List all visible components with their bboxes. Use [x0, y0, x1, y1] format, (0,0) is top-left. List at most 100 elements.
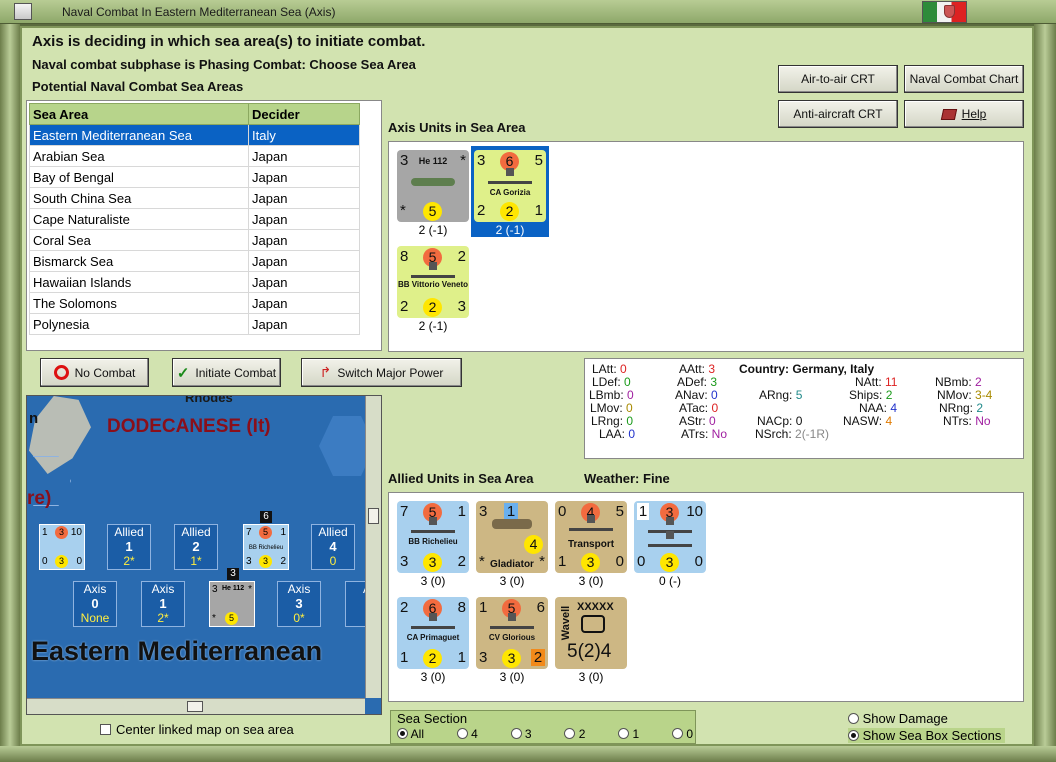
sea-section-2[interactable]: 2 [564, 727, 585, 741]
counter-value: 3 [581, 553, 600, 572]
stat-anav: 0 [711, 388, 718, 402]
sea-section-all[interactable]: All [397, 727, 424, 741]
box-number: 1 [159, 596, 167, 611]
unit-counter-bb-vittorio-veneto[interactable]: 8 5 2 BB Vittorio Veneto 2 2 3 [397, 246, 469, 318]
map-vertical-scrollbar[interactable] [365, 396, 381, 698]
counter-value: 6 [536, 599, 545, 616]
switch-major-power-button[interactable]: ↱ Switch Major Power [301, 358, 462, 387]
right-frame [1034, 24, 1056, 748]
sea-area-row[interactable]: Coral Sea Japan [29, 229, 360, 251]
box-side: Allied [114, 525, 144, 539]
unit-counter-ca-gorizia[interactable]: 3 6 5 CA Gorizia 2 2 1 [474, 150, 546, 222]
stat-nsrch: 2(-1R) [795, 427, 830, 441]
map-unit-counter[interactable]: 1 3 10 0 3 0 [39, 524, 85, 570]
map-unit-counter-he112[interactable]: 3 He 112 * * 5 [209, 581, 255, 627]
bottom-frame [0, 746, 1056, 762]
counter-value: 10 [70, 527, 82, 538]
unit-strength: 3 (0) [420, 574, 446, 588]
hq-icon [581, 615, 605, 633]
show-sea-box-sections-radio[interactable]: Show Sea Box Sections [848, 728, 1006, 743]
ship-icon [569, 515, 613, 531]
counter-value: 5 [423, 202, 442, 221]
decider-cell: Japan [248, 166, 360, 188]
unit-counter-convoy[interactable]: 1 3 10 0 3 0 [634, 501, 706, 573]
air-to-air-crt-button[interactable]: Air-to-air CRT [778, 65, 898, 93]
initiate-combat-button[interactable]: ✓ Initiate Combat [172, 358, 281, 387]
counter-value: 0 [42, 556, 48, 567]
counter-value: 0 [615, 553, 624, 570]
decider-cell: Japan [248, 208, 360, 230]
axis-sea-box-3[interactable]: Axis 3 0* [277, 581, 321, 627]
no-combat-button[interactable]: No Combat [40, 358, 149, 387]
counter-value: 2 [423, 649, 442, 668]
sea-area-row[interactable]: Eastern Mediterranean Sea Italy [29, 124, 360, 146]
counter-value: 1 [534, 202, 543, 219]
counter-value: * [539, 553, 545, 570]
sea-area-list[interactable]: Sea Area Decider Eastern Mediterranean S… [26, 100, 382, 351]
unit-counter-gladiator[interactable]: 3 1 4 * Gladiator * [476, 501, 548, 573]
title-bar[interactable]: Naval Combat In Eastern Mediterranean Se… [0, 0, 1056, 24]
unit-counter-bb-richelieu[interactable]: 7 5 1 BB Richelieu 3 3 2 [397, 501, 469, 573]
sea-section-options: All 4 3 2 1 0 [397, 727, 693, 741]
allied-units-panel: 7 5 1 BB Richelieu 3 3 2 3 (0) 3 1 4 * G… [388, 492, 1024, 702]
col-decider[interactable]: Decider [248, 103, 360, 125]
allied-sea-box-2[interactable]: Allied 2 1* [174, 524, 218, 570]
sea-area-row[interactable]: The Solomons Japan [29, 292, 360, 314]
anti-aircraft-crt-button[interactable]: Anti-aircraft CRT [778, 100, 898, 128]
stat-nacp: 0 [795, 414, 803, 428]
sea-section-4[interactable]: 4 [456, 727, 478, 741]
unit-counter-wavell[interactable]: XXXXX Wavell 5(2)4 [555, 597, 627, 669]
axis-sea-box-1[interactable]: Axis 1 2* [141, 581, 185, 627]
help-button[interactable]: Help [904, 100, 1024, 128]
linked-map[interactable]: Rhodes n DODECANESE (It) re) 1 3 10 0 3 … [26, 395, 382, 715]
sea-section-group: Sea Section All 4 3 2 1 0 [390, 710, 696, 744]
allied-sea-box-1[interactable]: Allied 1 2* [107, 524, 151, 570]
stack-count: 3 [227, 568, 239, 580]
axis-sea-box-0[interactable]: Axis 0 None [73, 581, 117, 627]
option-label: 3 [524, 727, 532, 741]
scrollbar-thumb[interactable] [368, 508, 379, 524]
counter-value: 3 [259, 555, 272, 568]
axis-units-panel: 3 He 112 * * 5 2 (-1) 3 6 5 CA Gorizia 2… [388, 141, 1024, 352]
box-strength: 0 [329, 554, 337, 568]
counter-value: * [248, 584, 252, 595]
scrollbar-thumb[interactable] [187, 701, 203, 712]
show-damage-radio[interactable]: Show Damage [848, 711, 948, 726]
counter-value: 1 [479, 599, 488, 616]
naval-combat-chart-button[interactable]: Naval Combat Chart [904, 65, 1024, 93]
sea-area-cell: Hawaiian Islands [29, 271, 249, 293]
center-map-checkbox[interactable] [100, 724, 111, 735]
map-horizontal-scrollbar[interactable] [27, 698, 365, 714]
unit-counter-he112[interactable]: 3 He 112 * * 5 [397, 150, 469, 222]
map-label-fragment: n [29, 410, 39, 427]
sea-area-row[interactable]: Bismarck Sea Japan [29, 250, 360, 272]
unit-counter-transport[interactable]: 0 4 5 Transport 1 3 0 [555, 501, 627, 573]
sea-area-row[interactable]: Arabian Sea Japan [29, 145, 360, 167]
sea-area-row[interactable]: Bay of Bengal Japan [29, 166, 360, 188]
sea-section-0[interactable]: 0 [671, 727, 693, 741]
counter-value: 3 [423, 553, 442, 572]
sea-section-1[interactable]: 1 [618, 727, 639, 741]
counter-value: 3 [212, 584, 218, 595]
counter-value: 1 [637, 503, 649, 520]
sea-area-row[interactable]: South China Sea Japan [29, 187, 360, 209]
sea-section-3[interactable]: 3 [510, 727, 532, 741]
col-sea-area[interactable]: Sea Area [29, 103, 249, 125]
sea-area-row[interactable]: Cape Naturaliste Japan [29, 208, 360, 230]
unit-strength: 3 (0) [499, 670, 525, 684]
map-unit-counter-richelieu[interactable]: 7 5 1 BB Richelieu 3 3 2 [243, 524, 289, 570]
sea-area-row[interactable]: Hawaiian Islands Japan [29, 271, 360, 293]
sea-area-row[interactable]: Polynesia Japan [29, 313, 360, 335]
counter-name: BB Richelieu [248, 545, 284, 551]
system-menu-icon[interactable] [14, 3, 32, 20]
decider-cell: Japan [248, 271, 360, 293]
unit-counter-ca-primaguet[interactable]: 2 6 8 CA Primaguet 1 2 1 [397, 597, 469, 669]
sea-area-cell: Polynesia [29, 313, 249, 335]
status-line: Axis is deciding in which sea area(s) to… [32, 33, 426, 50]
center-map-checkbox-row[interactable]: Center linked map on sea area [100, 722, 294, 737]
unit-counter-cv-glorious[interactable]: 1 5 6 CV Glorious 3 3 2 [476, 597, 548, 669]
unit-strength: 3 (0) [578, 670, 604, 684]
allied-sea-box-4[interactable]: Allied 4 0 [311, 524, 355, 570]
potential-areas-heading: Potential Naval Combat Sea Areas [32, 79, 244, 94]
plane-icon [492, 519, 532, 529]
